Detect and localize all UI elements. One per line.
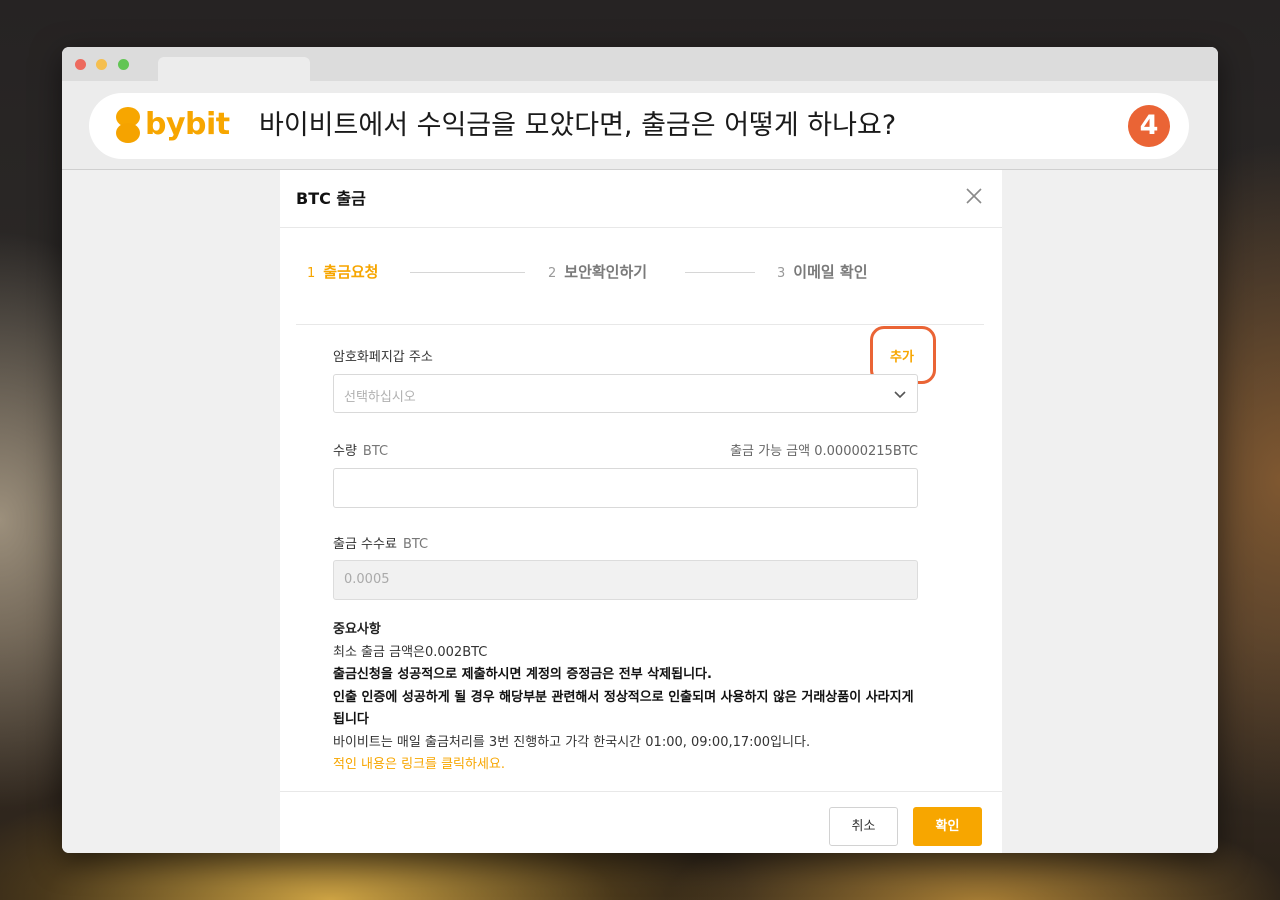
step-connector: [410, 272, 525, 273]
browser-tab[interactable]: [158, 57, 310, 81]
steps-divider: [296, 324, 984, 325]
notes-title: 중요사항: [333, 622, 381, 637]
fee-label: 출금 수수료 BTC: [333, 537, 429, 552]
available-amount: 출금 가능 금액 0.00000215BTC: [730, 444, 918, 459]
fee-field: 0.0005: [333, 560, 918, 600]
step-security-check: 2 보안확인하기: [548, 263, 648, 281]
title-bar: [62, 47, 1218, 81]
add-address-link[interactable]: 추가: [890, 346, 914, 365]
step-email-check: 3 이메일 확인: [777, 263, 868, 281]
header-divider: [280, 227, 1002, 228]
withdraw-warning: 인출 인증에 성공하게 될 경우 해당부분 관련해서 정상적으로 인출되며 사용…: [333, 689, 914, 728]
wallet-address-select[interactable]: 선택하십시오: [333, 374, 918, 413]
withdraw-dialog: BTC 출금 1 출금요청 2 보안확인하기 3 이메일 확인 암호화페지갑 주소 추…: [280, 170, 1002, 853]
page-headline: 바이비트에서 수익금을 모았다면, 출금은 어떻게 하나요?: [259, 110, 897, 141]
footer-divider: [280, 791, 1002, 792]
bybit-logo-icon: [116, 107, 140, 145]
close-icon[interactable]: [963, 185, 985, 207]
details-link[interactable]: 적인 내용은 링크를 클릭하세요.: [333, 754, 923, 777]
important-notes: 중요사항 최소 출금 금액은0.002BTC 출금신청을 성공적으로 제출하시면…: [333, 619, 923, 777]
step-withdraw-request: 1 출금요청: [307, 263, 379, 281]
header-banner: bybit 바이비트에서 수익금을 모았다면, 출금은 어떻게 하나요? 4: [89, 93, 1189, 159]
dialog-title: BTC 출금: [296, 189, 366, 208]
amount-input[interactable]: [333, 468, 918, 508]
confirm-button[interactable]: 확인: [913, 807, 982, 846]
maximize-window-button[interactable]: [118, 59, 129, 70]
select-placeholder: 선택하십시오: [344, 390, 416, 405]
close-window-button[interactable]: [75, 59, 86, 70]
bybit-logo: bybit: [116, 107, 230, 145]
bonus-warning: 출금신청을 성공적으로 제출하시면 계정의 증정금은 전부 삭제됩니다.: [333, 667, 712, 682]
cancel-button[interactable]: 취소: [829, 807, 898, 846]
amount-label: 수량 BTC: [333, 444, 389, 459]
page-content: BTC 출금 1 출금요청 2 보안확인하기 3 이메일 확인 암호화페지갑 주소 추…: [62, 170, 1218, 853]
step-connector: [685, 272, 755, 273]
browser-window: bybit 바이비트에서 수익금을 모았다면, 출금은 어떻게 하나요? 4 B…: [62, 47, 1218, 853]
min-amount-note: 최소 출금 금액은0.002BTC: [333, 644, 488, 660]
step-number-badge: 4: [1128, 105, 1170, 147]
browser-toolbar: bybit 바이비트에서 수익금을 모았다면, 출금은 어떻게 하나요? 4: [62, 81, 1218, 170]
brand-name: bybit: [145, 107, 230, 142]
address-label: 암호화페지갑 주소: [333, 350, 433, 365]
schedule-note: 바이비트는 매일 출금처리를 3번 진행하고 가각 한국시간 01:00, 09…: [333, 734, 811, 750]
minimize-window-button[interactable]: [96, 59, 107, 70]
chevron-down-icon: [894, 391, 906, 399]
